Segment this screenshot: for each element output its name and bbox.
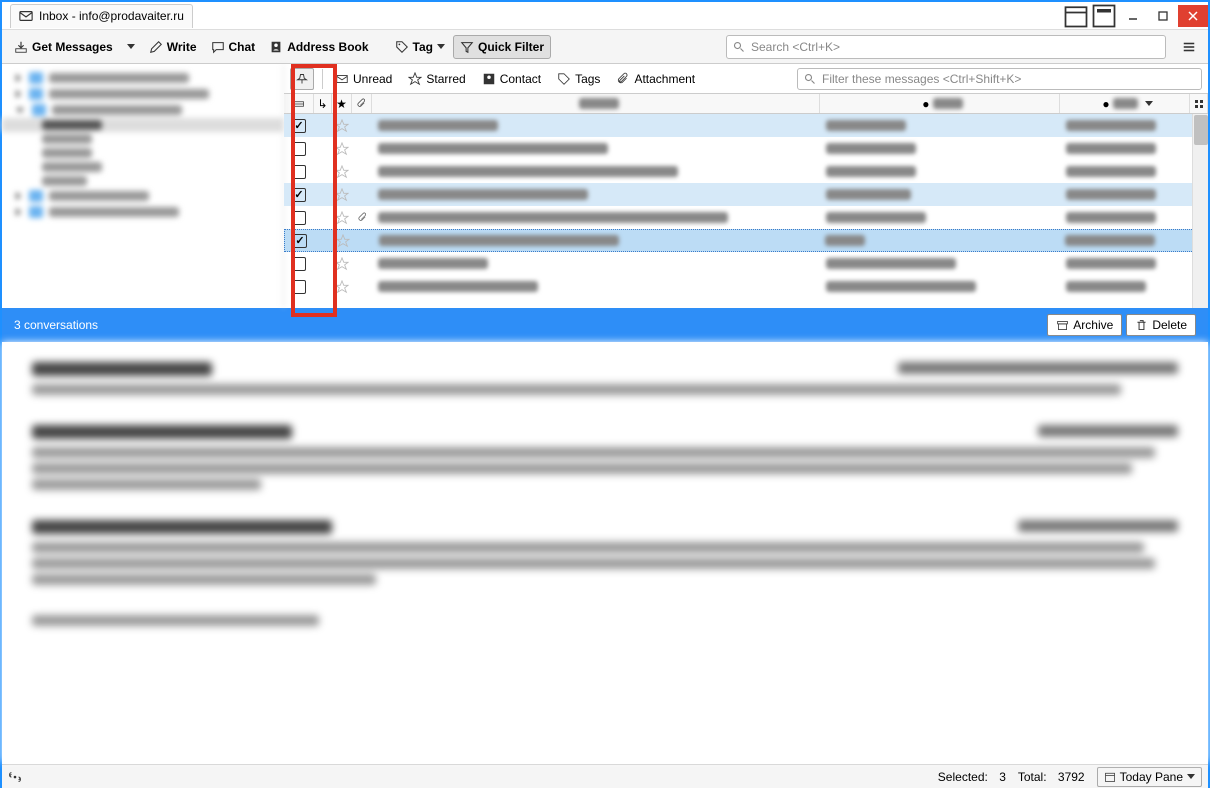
attachment-icon <box>357 212 368 223</box>
select-checkbox[interactable] <box>292 211 306 225</box>
total-count: Total: 3792 <box>1018 770 1085 784</box>
activity-icon <box>8 770 22 784</box>
attachment-icon <box>616 72 630 86</box>
tag-icon <box>557 72 571 86</box>
pencil-icon <box>149 40 163 54</box>
star-icon[interactable] <box>335 119 349 133</box>
message-row[interactable] <box>284 137 1208 160</box>
message-row[interactable] <box>284 206 1208 229</box>
filter-placeholder: Filter these messages <Ctrl+Shift+K> <box>822 72 1021 86</box>
address-book-label: Address Book <box>287 40 368 54</box>
filter-attachment[interactable]: Attachment <box>612 69 699 89</box>
quick-filter-bar: Unread Starred Contact Tags Attachment F… <box>284 64 1208 94</box>
archive-icon <box>1056 319 1069 332</box>
maximize-button[interactable] <box>1148 5 1178 27</box>
star-icon[interactable] <box>335 257 349 271</box>
write-label: Write <box>167 40 197 54</box>
pin-filter-button[interactable] <box>290 68 314 90</box>
search-placeholder: Search <Ctrl+K> <box>751 40 840 54</box>
message-row[interactable] <box>284 183 1208 206</box>
get-messages-label: Get Messages <box>32 40 113 54</box>
quick-filter-button[interactable]: Quick Filter <box>453 35 551 59</box>
pin-icon <box>296 73 308 85</box>
delete-button[interactable]: Delete <box>1126 314 1196 336</box>
minimize-button[interactable] <box>1118 5 1148 27</box>
filter-unread[interactable]: Unread <box>331 69 396 89</box>
main-toolbar: Get Messages Write Chat Address Book Tag… <box>2 30 1208 64</box>
calendar-icon <box>1104 771 1116 783</box>
select-checkbox[interactable] <box>293 234 307 248</box>
preview-pane[interactable] <box>2 342 1208 762</box>
select-checkbox[interactable] <box>292 280 306 294</box>
tag-label: Tag <box>413 40 433 54</box>
close-button[interactable] <box>1178 5 1208 27</box>
get-messages-button[interactable]: Get Messages <box>8 36 119 58</box>
star-icon[interactable] <box>336 234 350 248</box>
chat-button[interactable]: Chat <box>205 36 262 58</box>
tag-icon <box>395 40 409 54</box>
star-icon[interactable] <box>335 280 349 294</box>
message-row[interactable] <box>284 114 1208 137</box>
star-icon[interactable] <box>335 165 349 179</box>
window-tab[interactable]: Inbox - info@prodavaiter.ru <box>10 4 193 28</box>
mail-icon <box>335 72 349 86</box>
message-list[interactable] <box>284 114 1208 308</box>
selected-count: Selected: 3 <box>938 770 1006 784</box>
filter-starred[interactable]: Starred <box>404 69 469 89</box>
message-row[interactable] <box>284 252 1208 275</box>
star-icon[interactable] <box>335 211 349 225</box>
select-checkbox[interactable] <box>292 257 306 271</box>
inbox-icon <box>19 9 33 23</box>
search-icon <box>804 73 816 85</box>
activity-indicator[interactable] <box>8 770 22 784</box>
star-icon <box>408 72 422 86</box>
chat-icon <box>211 40 225 54</box>
conversation-bar: 3 conversations Archive Delete <box>2 308 1208 342</box>
download-icon <box>14 40 28 54</box>
calendar-icon[interactable] <box>1062 5 1090 27</box>
filter-tags[interactable]: Tags <box>553 69 604 89</box>
global-search[interactable]: Search <Ctrl+K> <box>726 35 1166 59</box>
quick-filter-label: Quick Filter <box>478 40 544 54</box>
select-checkbox[interactable] <box>292 142 306 156</box>
select-checkbox[interactable] <box>292 119 306 133</box>
star-icon[interactable] <box>335 188 349 202</box>
tasks-icon[interactable] <box>1090 5 1118 27</box>
tag-button[interactable]: Tag <box>389 36 451 58</box>
hamburger-icon <box>1182 40 1196 54</box>
conversation-count: 3 conversations <box>14 318 98 332</box>
contact-icon <box>482 72 496 86</box>
message-row[interactable] <box>284 275 1208 298</box>
column-header[interactable]: ↳ ★ ● ● <box>284 94 1208 114</box>
folder-sidebar[interactable] <box>2 64 284 308</box>
filter-contact[interactable]: Contact <box>478 69 545 89</box>
filter-search[interactable]: Filter these messages <Ctrl+Shift+K> <box>797 68 1202 90</box>
archive-button[interactable]: Archive <box>1047 314 1122 336</box>
thread-pane: Unread Starred Contact Tags Attachment F… <box>284 64 1208 308</box>
status-bar: Selected: 3 Total: 3792 Today Pane <box>2 764 1208 788</box>
address-book-icon <box>269 40 283 54</box>
window-tab-title: Inbox - info@prodavaiter.ru <box>39 9 184 23</box>
search-icon <box>733 41 745 53</box>
titlebar: Inbox - info@prodavaiter.ru <box>2 2 1208 30</box>
message-row[interactable] <box>284 229 1208 252</box>
message-row[interactable] <box>284 160 1208 183</box>
chat-label: Chat <box>229 40 256 54</box>
get-messages-dropdown[interactable] <box>121 40 141 53</box>
star-icon[interactable] <box>335 142 349 156</box>
select-checkbox[interactable] <box>292 165 306 179</box>
scrollbar[interactable] <box>1192 114 1208 308</box>
app-menu-button[interactable] <box>1176 36 1202 58</box>
trash-icon <box>1135 319 1148 332</box>
address-book-button[interactable]: Address Book <box>263 36 374 58</box>
select-col-icon <box>293 98 305 110</box>
write-button[interactable]: Write <box>143 36 203 58</box>
select-checkbox[interactable] <box>292 188 306 202</box>
funnel-icon <box>460 40 474 54</box>
